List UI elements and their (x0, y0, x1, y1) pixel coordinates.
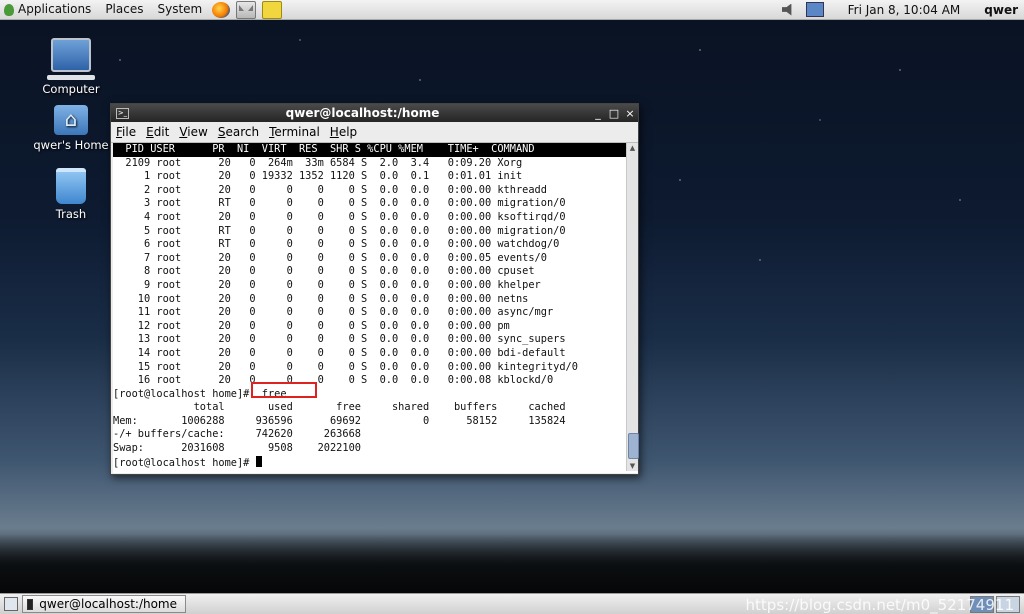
process-row: 14 root 20 0 0 0 0 S 0.0 0.0 0:00.00 bdi… (137, 346, 566, 359)
highlight-annotation-box (251, 382, 317, 398)
desktop-icon-label: Computer (42, 82, 100, 96)
terminal-task-icon (27, 598, 34, 610)
clock[interactable]: Fri Jan 8, 10:04 AM (834, 3, 975, 17)
process-row: 9 root 20 0 0 0 0 S 0.0 0.0 0:00.00 khel… (143, 278, 541, 291)
desktop-icon-trash[interactable]: Trash (26, 168, 116, 221)
menu-view[interactable]: View (174, 125, 212, 139)
applications-menu-label: Applications (18, 2, 92, 16)
places-menu[interactable]: Places (98, 0, 150, 19)
menu-help[interactable]: Help (325, 125, 362, 139)
maximize-button[interactable]: □ (606, 107, 622, 120)
process-row: 1 root 20 0 19332 1352 1120 S 0.0 0.1 0:… (143, 170, 523, 183)
menu-terminal[interactable]: Terminal (264, 125, 325, 139)
volume-icon[interactable] (781, 3, 792, 16)
network-icon[interactable] (805, 2, 824, 17)
menu-file[interactable]: File (111, 125, 141, 139)
process-list: 2109 root 20 0 264m 33m 6584 S 2.0 3.4 0… (113, 157, 638, 388)
taskbar-window-button[interactable]: qwer@localhost:/home (22, 595, 186, 613)
desktop-icon-label: Trash (55, 207, 87, 221)
process-row: 7 root 20 0 0 0 0 S 0.0 0.0 0:00.05 even… (143, 251, 547, 264)
computer-icon (47, 38, 95, 80)
terminal-menubar: File Edit View Search Terminal Help (111, 122, 638, 143)
process-row: 5 root RT 0 0 0 0 S 0.0 0.0 0:00.00 migr… (143, 224, 566, 237)
free-row-swap: Swap: 2031608 9508 2022100 (113, 442, 361, 455)
applications-menu[interactable]: Applications (0, 0, 98, 19)
prompt-line[interactable]: [root@localhost home]# (113, 455, 638, 471)
process-row: 4 root 20 0 0 0 0 S 0.0 0.0 0:00.00 ksof… (143, 210, 566, 223)
process-row: 11 root 20 0 0 0 0 S 0.0 0.0 0:00.00 asy… (137, 306, 554, 319)
free-row-buffers: -/+ buffers/cache: 742620 263668 (113, 428, 361, 441)
process-row: 12 root 20 0 0 0 0 S 0.0 0.0 0:00.00 pm (137, 319, 510, 332)
terminal-scrollbar[interactable]: ▲ ▼ (626, 143, 639, 471)
email-launcher-icon[interactable] (236, 0, 257, 19)
process-row: 2 root 20 0 0 0 0 S 0.0 0.0 0:00.00 kthr… (143, 183, 547, 196)
process-row: 8 root 20 0 0 0 0 S 0.0 0.0 0:00.00 cpus… (143, 265, 535, 278)
prompt-text: [root@localhost home]# (113, 456, 256, 469)
terminal-window[interactable]: >_ qwer@localhost:/home _ □ × File Edit … (110, 103, 639, 475)
taskbar-window-label: qwer@localhost:/home (39, 597, 177, 611)
scroll-up-arrow-icon[interactable]: ▲ (627, 143, 638, 153)
window-title: qwer@localhost:/home (285, 106, 440, 120)
user-menu[interactable]: qwer (984, 3, 1018, 17)
free-header-row: total used free shared buffers cached (113, 401, 566, 414)
menu-search[interactable]: Search (213, 125, 264, 139)
window-titlebar[interactable]: >_ qwer@localhost:/home _ □ × (111, 104, 638, 122)
firefox-launcher-icon[interactable] (212, 1, 231, 18)
watermark-text: https://blog.csdn.net/m0_52174911 (745, 596, 1014, 614)
process-row: 15 root 20 0 0 0 0 S 0.0 0.0 0:00.00 kin… (137, 360, 578, 373)
process-row: 2109 root 20 0 264m 33m 6584 S 2.0 3.4 0… (125, 156, 523, 169)
terminal-screen[interactable]: PID USER PR NI VIRT RES SHR S %CPU %MEM … (113, 143, 639, 473)
process-row: 16 root 20 0 0 0 0 S 0.0 0.0 0:00.08 kbl… (137, 374, 554, 387)
desktop-treeline (0, 534, 1024, 594)
process-row: 3 root RT 0 0 0 0 S 0.0 0.0 0:00.00 migr… (143, 197, 566, 210)
scrollbar-thumb[interactable] (628, 433, 639, 459)
system-menu[interactable]: System (150, 0, 209, 19)
process-row: 10 root 20 0 0 0 0 S 0.0 0.0 0:00.00 net… (137, 292, 529, 305)
process-row: 13 root 20 0 0 0 0 S 0.0 0.0 0:00.00 syn… (137, 333, 566, 346)
notes-launcher-icon[interactable] (262, 0, 283, 19)
menu-edit[interactable]: Edit (141, 125, 174, 139)
process-row: 6 root RT 0 0 0 0 S 0.0 0.0 0:00.00 watc… (143, 238, 560, 251)
panel-tray: Fri Jan 8, 10:04 AM qwer (781, 2, 1024, 17)
close-button[interactable]: × (622, 107, 638, 120)
top-panel: Applications Places System Fri Jan 8, 10… (0, 0, 1024, 20)
terminal-app-icon: >_ (116, 107, 129, 119)
free-row-mem: Mem: 1006288 936596 69692 0 58152 135824 (113, 414, 566, 427)
gnome-foot-icon (4, 3, 14, 16)
desktop-icon-home[interactable]: qwer's Home (26, 105, 116, 152)
show-desktop-icon[interactable] (4, 597, 18, 611)
top-header-row: PID USER PR NI VIRT RES SHR S %CPU %MEM … (113, 143, 638, 157)
desktop-icon-computer[interactable]: Computer (26, 38, 116, 96)
text-cursor (255, 455, 262, 467)
minimize-button[interactable]: _ (590, 107, 606, 120)
home-folder-icon (54, 105, 88, 135)
desktop-icon-label: qwer's Home (33, 138, 109, 152)
scroll-down-arrow-icon[interactable]: ▼ (627, 461, 638, 471)
prompt-free-command: [root@localhost home]# free (113, 387, 287, 400)
trash-icon (56, 168, 86, 204)
